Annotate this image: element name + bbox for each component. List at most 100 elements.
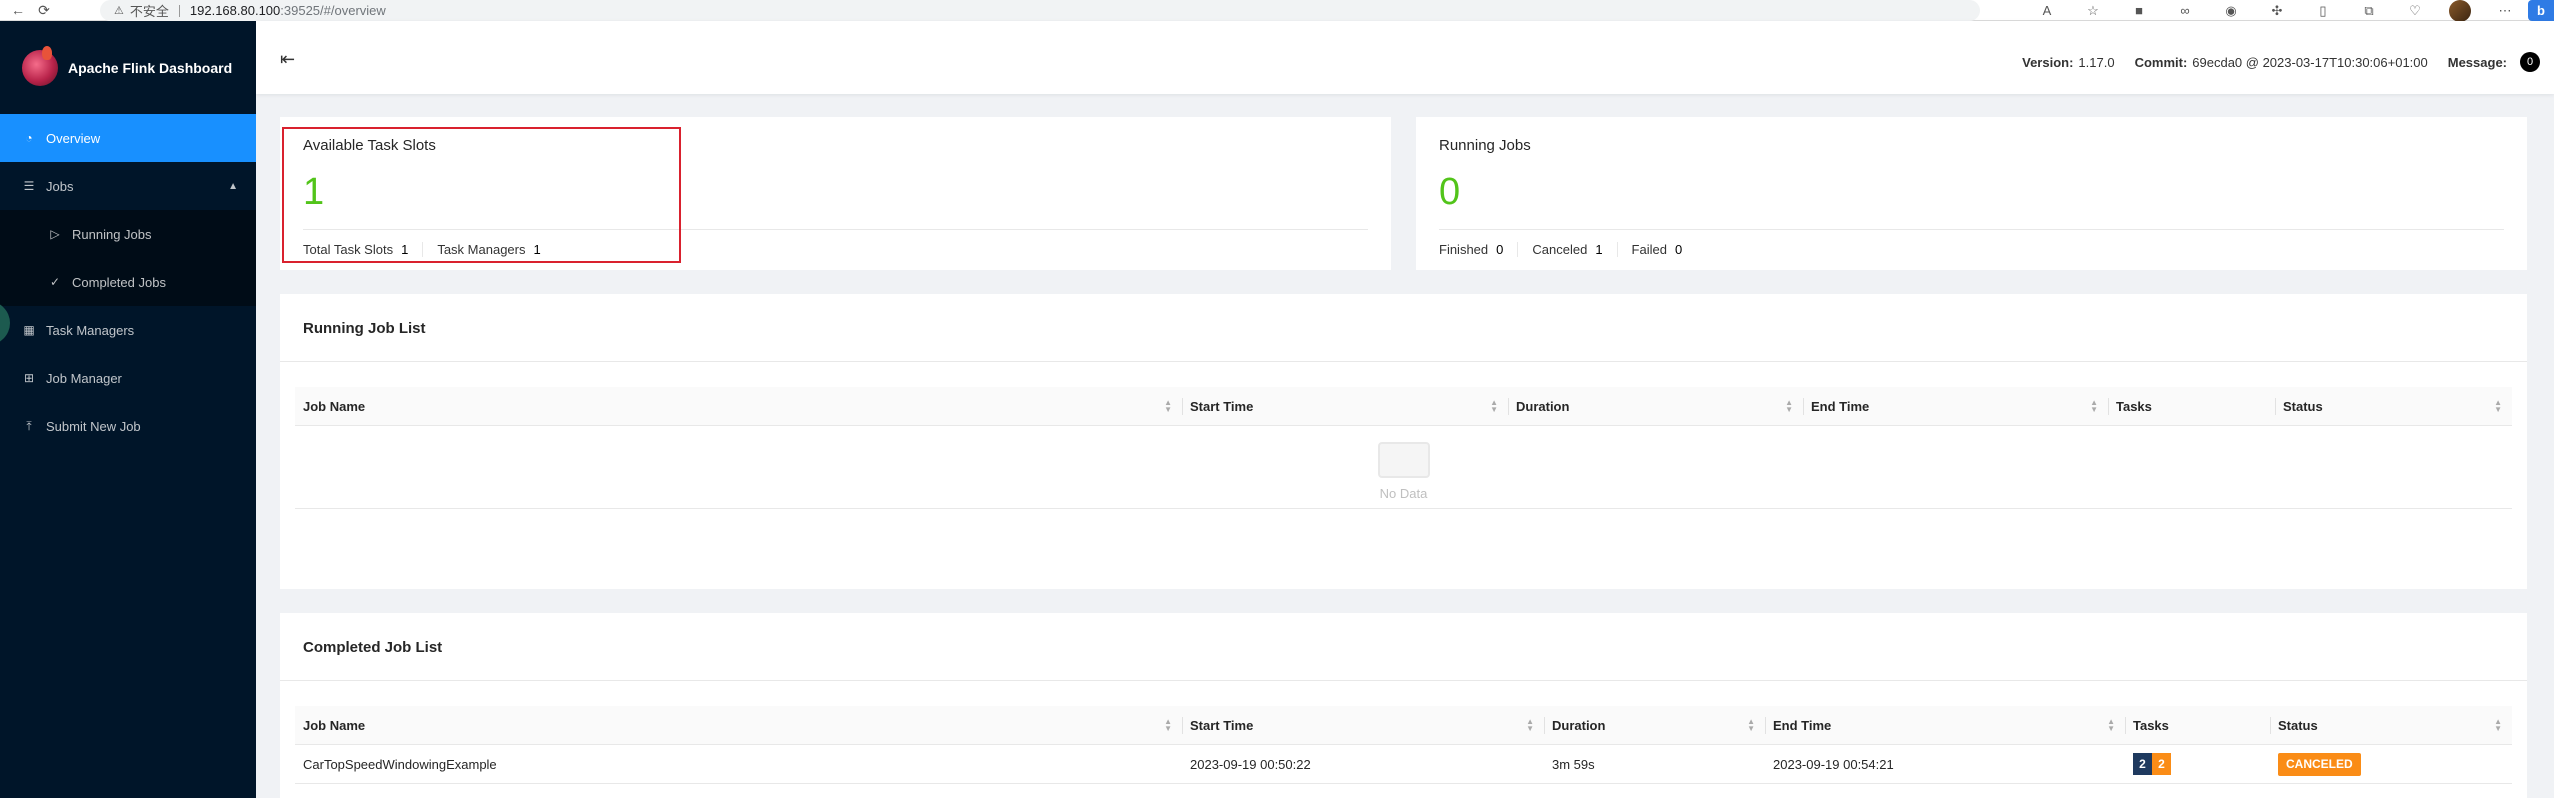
highlight-box bbox=[282, 127, 681, 263]
failed-value: 0 bbox=[1674, 242, 1683, 257]
browser-toolbar: ← ⟳ ⚠ 不安全 192.168.80.100:39525/#/overvie… bbox=[0, 0, 2554, 22]
list-icon: ☰ bbox=[23, 179, 35, 193]
col-job-name[interactable]: Job Name ▲ ▼ bbox=[295, 706, 1182, 744]
commit-info: Commit: 69ecda0 @ 2023-03-17T10:30:06+01:… bbox=[2134, 54, 2428, 70]
sidebar-item-label: Completed Jobs bbox=[72, 274, 166, 290]
insecure-label: 不安全 bbox=[129, 4, 169, 19]
upload-icon: ⤒ bbox=[26, 418, 32, 433]
start-time-cell: 2023-09-19 00:50:22 bbox=[1190, 756, 1311, 772]
col-duration[interactable]: Duration ▲ ▼ bbox=[1544, 706, 1765, 744]
cluster-icon: ⊞ bbox=[23, 371, 35, 385]
running-jobs-footer: Finished 0 Canceled 1 Failed 0 bbox=[1439, 242, 1683, 257]
sidebar-item-jobs[interactable]: ☰ Jobs ▲ bbox=[0, 162, 256, 210]
col-start-time[interactable]: Start Time ▲ ▼ bbox=[1182, 706, 1544, 744]
sort-icon[interactable]: ▲ ▼ bbox=[2090, 399, 2098, 414]
version-value: 1.17.0 bbox=[2078, 54, 2115, 70]
sidebar-item-job-manager[interactable]: ⊞ Job Manager bbox=[0, 354, 256, 402]
extensions-icon[interactable]: ✣ bbox=[2267, 3, 2287, 19]
sidebar-item-label: Job Manager bbox=[46, 370, 122, 386]
chevron-up-icon: ▲ bbox=[228, 180, 238, 192]
sort-icon[interactable]: ▲ ▼ bbox=[1785, 399, 1793, 414]
completed-job-list-title: Completed Job List bbox=[303, 639, 443, 656]
check-circle-icon: ✓ bbox=[49, 275, 61, 289]
task-total-badge: 2 bbox=[2133, 753, 2152, 775]
status-cell: CANCELED bbox=[2270, 745, 2512, 783]
sidebar-item-completed-jobs[interactable]: ✓ Completed Jobs bbox=[0, 258, 256, 306]
address-bar[interactable]: ⚠ 不安全 192.168.80.100:39525/#/overview bbox=[100, 0, 1980, 21]
sort-icon[interactable]: ▲ ▼ bbox=[2494, 399, 2502, 414]
play-circle-icon: ▷ bbox=[50, 227, 60, 241]
url-host: 192.168.80.100 bbox=[189, 3, 281, 18]
back-icon[interactable]: ← bbox=[10, 2, 26, 18]
running-job-list-title: Running Job List bbox=[303, 320, 426, 337]
flink-squirrel-icon bbox=[22, 45, 58, 86]
running-jobs-value: 0 bbox=[1439, 171, 1461, 213]
sidebar-item-label: Task Managers bbox=[46, 322, 135, 338]
completed-job-list-card: Completed Job List Job Name ▲ ▼ Start Time… bbox=[280, 613, 2527, 798]
app-title: Apache Flink Dashboard bbox=[68, 59, 233, 76]
sort-icon[interactable]: ▲ ▼ bbox=[1747, 718, 1755, 733]
col-end-time[interactable]: End Time ▲ ▼ bbox=[1803, 387, 2108, 425]
extension-circle-icon[interactable]: ◉ bbox=[2221, 3, 2241, 19]
empty-state: No Data bbox=[280, 442, 2527, 501]
sort-icon[interactable]: ▲ ▼ bbox=[2107, 718, 2115, 733]
dashboard-icon: ◔ bbox=[25, 131, 33, 145]
menu-fold-icon[interactable]: ⇤ bbox=[280, 49, 295, 70]
end-time-cell: 2023-09-19 00:54:21 bbox=[1773, 756, 1894, 772]
extension-red-icon[interactable]: ■ bbox=[2129, 3, 2149, 19]
sort-icon[interactable]: ▲ ▼ bbox=[1490, 399, 1498, 414]
schedule-icon: ▦ bbox=[23, 323, 35, 337]
read-aloud-icon[interactable]: A bbox=[2037, 3, 2057, 19]
app-logo[interactable]: Apache Flink Dashboard bbox=[0, 21, 256, 114]
message-info[interactable]: Message: 0 bbox=[2448, 52, 2540, 72]
sidebar-item-task-managers[interactable]: ▦ Task Managers bbox=[0, 306, 256, 354]
message-count-badge[interactable]: 0 bbox=[2520, 52, 2540, 72]
sort-icon[interactable]: ▲ ▼ bbox=[1164, 718, 1172, 733]
sidebar-item-overview[interactable]: ◔ Overview bbox=[0, 114, 256, 162]
col-start-time[interactable]: Start Time ▲ ▼ bbox=[1182, 387, 1508, 425]
sort-icon[interactable]: ▲ ▼ bbox=[1526, 718, 1534, 733]
sidebar-item-running-jobs[interactable]: ▷ Running Jobs bbox=[0, 210, 256, 258]
col-end-time[interactable]: End Time ▲ ▼ bbox=[1765, 706, 2125, 744]
running-jobs-title: Running Jobs bbox=[1439, 137, 1531, 154]
sidebar-item-label: Running Jobs bbox=[72, 226, 152, 242]
col-job-name[interactable]: Job Name ▲ ▼ bbox=[295, 387, 1182, 425]
sidebar-item-label: Jobs bbox=[46, 178, 74, 194]
warning-icon: ⚠ bbox=[114, 5, 124, 17]
sidebar-item-label: Overview bbox=[46, 130, 101, 146]
col-status[interactable]: Status ▲ ▼ bbox=[2270, 706, 2512, 744]
collections-icon[interactable]: ⧉ bbox=[2359, 3, 2379, 19]
sort-icon[interactable]: ▲ ▼ bbox=[1164, 399, 1172, 414]
running-jobs-card: Running Jobs 0 Finished 0 Canceled 1 Faile… bbox=[1416, 117, 2527, 270]
more-menu-icon[interactable]: ⋯ bbox=[2495, 3, 2515, 19]
canceled-value: 1 bbox=[1595, 242, 1603, 257]
refresh-icon[interactable]: ⟳ bbox=[36, 2, 52, 18]
commit-value: 69ecda0 @ 2023-03-17T10:30:06+01:00 bbox=[2192, 54, 2428, 70]
profile-avatar[interactable] bbox=[2449, 0, 2471, 22]
split-screen-icon[interactable]: ▯ bbox=[2313, 3, 2333, 19]
empty-text: No Data bbox=[1379, 486, 1428, 501]
empty-inbox-icon bbox=[1377, 442, 1430, 478]
table-row[interactable]: CarTopSpeedWindowingExample 2023-09-19 0… bbox=[295, 745, 2512, 784]
sidebar-item-submit-new-job[interactable]: ⤒ Submit New Job bbox=[0, 402, 256, 450]
browser-essentials-icon[interactable]: ♡ bbox=[2405, 3, 2425, 19]
tasks-cell: 22 bbox=[2125, 745, 2270, 783]
status-badge: CANCELED bbox=[2278, 752, 2361, 776]
version-info: Version: 1.17.0 bbox=[2022, 54, 2115, 70]
url-path: :39525/#/overview bbox=[280, 3, 386, 18]
bing-icon[interactable]: b bbox=[2528, 0, 2554, 21]
completed-table-header: Job Name ▲ ▼ Start Time ▲ ▼ Duration ▲ ▼ End T… bbox=[295, 706, 2512, 745]
top-header: ⇤ Version: 1.17.0 Commit: 69ecda0 @ 2023-0… bbox=[256, 21, 2554, 94]
duration-cell: 3m 59s bbox=[1552, 756, 1595, 772]
finished-value: 0 bbox=[1496, 242, 1504, 257]
col-duration[interactable]: Duration ▲ ▼ bbox=[1508, 387, 1803, 425]
header-info: Version: 1.17.0 Commit: 69ecda0 @ 2023-03-… bbox=[2002, 52, 2540, 72]
running-job-list-card: Running Job List Job Name ▲ ▼ Start Time ▲ ▼… bbox=[280, 294, 2527, 589]
running-table-header: Job Name ▲ ▼ Start Time ▲ ▼ Duration ▲ ▼ End T… bbox=[295, 387, 2512, 426]
infinity-icon[interactable]: ∞ bbox=[2175, 3, 2195, 19]
browser-extensions: A ☆ ■ ∞ ◉ ✣ ▯ ⧉ ♡ ⋯ b bbox=[2024, 0, 2554, 22]
task-canceled-badge: 2 bbox=[2152, 753, 2171, 775]
col-status[interactable]: Status ▲ ▼ bbox=[2275, 387, 2512, 425]
favorite-star-icon[interactable]: ☆ bbox=[2083, 3, 2103, 19]
sort-icon[interactable]: ▲ ▼ bbox=[2494, 718, 2502, 733]
